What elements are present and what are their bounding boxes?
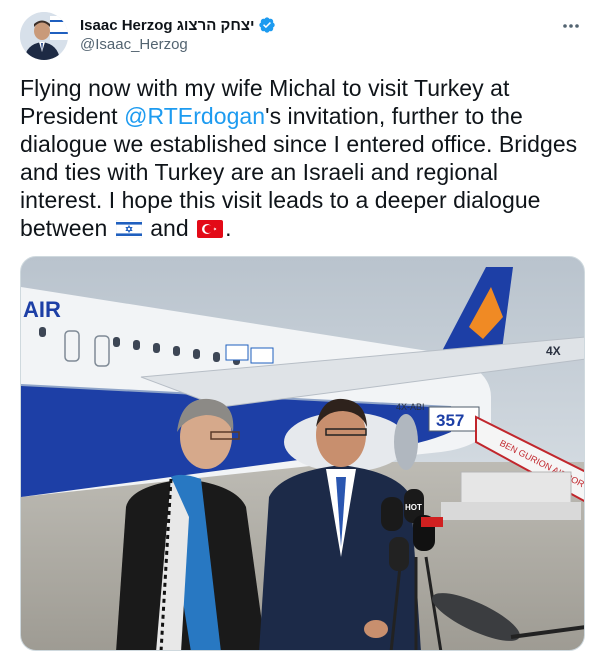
turkey-flag-icon (197, 220, 224, 238)
tweet-text: Flying now with my wife Michal to visit … (20, 74, 585, 242)
name-row: Isaac Herzog יצחק הרצוג (80, 15, 276, 35)
gate-number: 357 (436, 411, 464, 430)
photo-scene: AIR 4X 4X-ABI 357 BEN GURION AIRPORT HOT (21, 257, 584, 650)
tweet-header: Isaac Herzog יצחק הרצוג @Isaac_Herzog (20, 12, 585, 60)
mic-label: HOT (405, 503, 422, 512)
svg-text:4X: 4X (546, 344, 561, 358)
plane-registration: 4X-ABI (396, 402, 425, 412)
tweet-photo[interactable]: AIR 4X 4X-ABI 357 BEN GURION AIRPORT HOT (20, 256, 585, 651)
handle[interactable]: @Isaac_Herzog (80, 36, 188, 53)
more-dots-icon (563, 24, 579, 28)
plane-logo-text: AIR (23, 297, 61, 322)
tweet-text-and: and (143, 215, 196, 241)
avatar-photo-icon (20, 12, 68, 60)
avatar[interactable] (20, 12, 68, 60)
verified-badge-icon (259, 17, 276, 33)
tweet-text-end: . (225, 215, 232, 241)
more-options-button[interactable] (557, 12, 585, 40)
tweet-card[interactable]: Isaac Herzog יצחק הרצוג @Isaac_Herzog Fl… (0, 0, 600, 661)
display-name[interactable]: Isaac Herzog יצחק הרצוג (80, 17, 254, 34)
israel-flag-icon (115, 220, 142, 238)
mention-link[interactable]: @RTErdogan (124, 103, 265, 129)
